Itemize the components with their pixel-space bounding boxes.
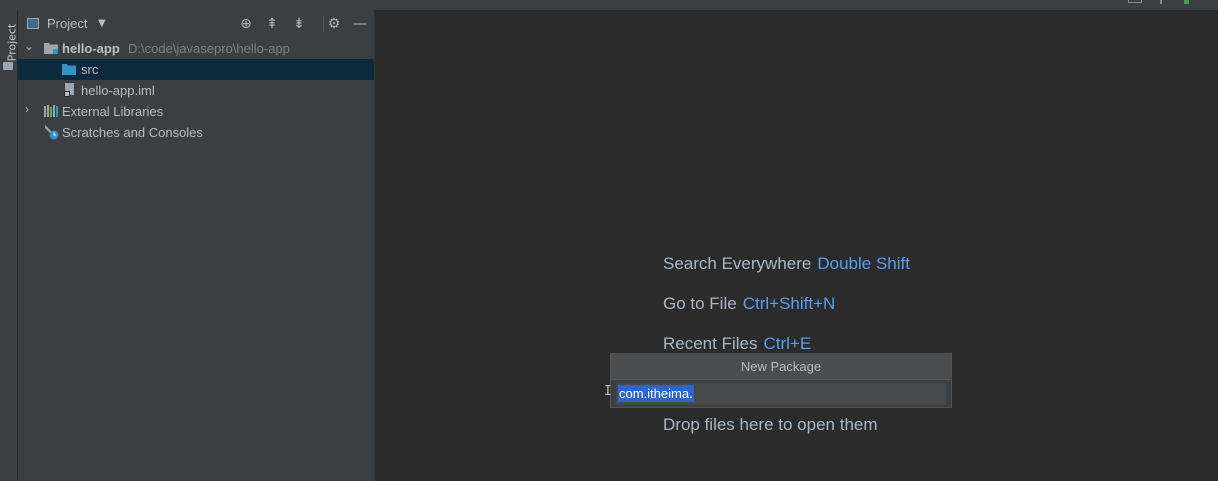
tree-item-label: Scratches and Consoles bbox=[62, 125, 203, 140]
hint-text: Search Everywhere bbox=[663, 254, 812, 273]
tree-item-label: src bbox=[81, 62, 99, 77]
package-name-value: com.itheima. bbox=[618, 385, 694, 402]
package-name-input[interactable]: com.itheima. bbox=[616, 383, 946, 405]
tree-item-label: hello-app bbox=[62, 41, 120, 56]
chevron-right-icon[interactable]: › bbox=[25, 102, 29, 116]
editor-empty-area[interactable] bbox=[375, 10, 1218, 481]
tree-item-label: hello-app.iml bbox=[81, 83, 155, 98]
window-restore-icon[interactable] bbox=[1128, 0, 1142, 3]
left-tool-stripe: Project bbox=[0, 10, 18, 481]
minimize-icon[interactable]: — bbox=[351, 15, 369, 33]
scratches-icon bbox=[45, 125, 59, 140]
hint-drop-files: Drop files here to open them bbox=[663, 415, 878, 435]
text-cursor-icon: I bbox=[604, 384, 612, 399]
collapse-all-icon[interactable]: ⇟ bbox=[290, 15, 308, 33]
chevron-down-icon[interactable]: ⌄ bbox=[24, 39, 34, 53]
expand-all-icon[interactable]: ⇞ bbox=[263, 15, 281, 33]
project-panel: Project ▼ ⊕ ⇞ ⇟ ⚙ — ⌄ hello-app D:\code\… bbox=[18, 10, 375, 481]
toolbar-divider-icon bbox=[1160, 0, 1162, 4]
libraries-icon bbox=[44, 105, 58, 117]
project-tool-tab[interactable]: Project bbox=[0, 22, 19, 84]
hint-shortcut: Double Shift bbox=[817, 254, 910, 273]
hint-go-to-file: Go to File Ctrl+Shift+N bbox=[663, 294, 835, 314]
tree-item-src[interactable]: src bbox=[18, 59, 374, 80]
tree-item-iml[interactable]: hello-app.iml bbox=[18, 80, 374, 101]
hint-text: Go to File bbox=[663, 294, 737, 313]
project-panel-header: Project ▼ ⊕ ⇞ ⇟ ⚙ — bbox=[18, 10, 374, 38]
hint-shortcut: Ctrl+E bbox=[763, 334, 812, 353]
header-divider bbox=[323, 16, 324, 32]
tree-item-hello-app[interactable]: ⌄ hello-app D:\code\javasepro\hello-app bbox=[18, 38, 374, 59]
new-package-dialog: New Package com.itheima. bbox=[610, 353, 952, 408]
hint-search-everywhere: Search Everywhere Double Shift bbox=[663, 254, 910, 274]
project-view-icon bbox=[27, 18, 39, 29]
hint-shortcut: Ctrl+Shift+N bbox=[742, 294, 836, 313]
hint-recent-files: Recent Files Ctrl+E bbox=[663, 334, 811, 354]
hint-text: Recent Files bbox=[663, 334, 758, 353]
chevron-down-icon[interactable]: ▼ bbox=[98, 18, 106, 29]
module-folder-icon bbox=[44, 43, 58, 54]
tree-item-scratches[interactable]: Scratches and Consoles bbox=[18, 122, 374, 143]
hint-text: Drop files here to open them bbox=[663, 415, 878, 434]
run-icon[interactable] bbox=[1184, 0, 1189, 4]
source-folder-icon bbox=[62, 64, 76, 75]
tree-item-label: External Libraries bbox=[62, 104, 164, 119]
project-view-selector[interactable]: Project bbox=[47, 16, 87, 31]
tree-item-external-libraries[interactable]: › External Libraries bbox=[18, 101, 374, 122]
dialog-title: New Package bbox=[611, 354, 951, 380]
gear-icon[interactable]: ⚙ bbox=[325, 15, 343, 33]
folder-icon[interactable] bbox=[3, 62, 13, 70]
iml-file-icon bbox=[64, 83, 74, 97]
project-tool-tab-label: Project bbox=[5, 23, 19, 62]
locate-icon[interactable]: ⊕ bbox=[237, 15, 255, 33]
tree-item-path: D:\code\javasepro\hello-app bbox=[128, 41, 290, 56]
